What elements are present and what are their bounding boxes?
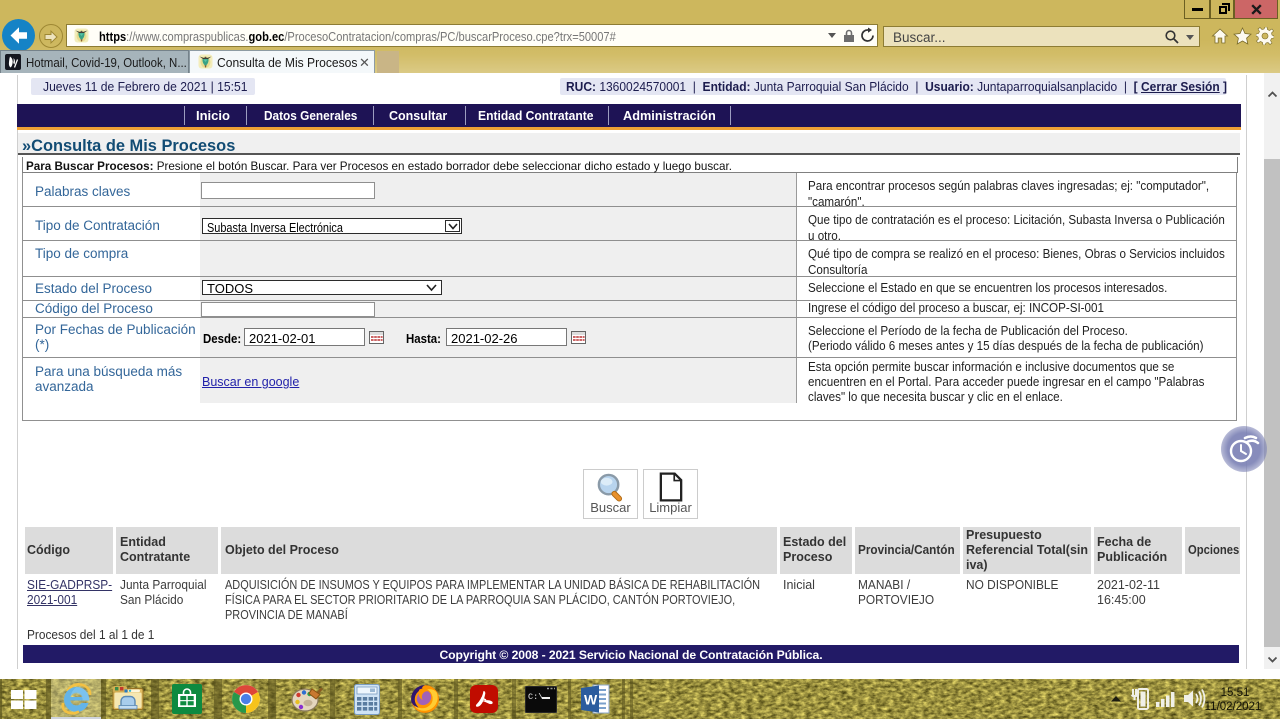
svg-text:C:\: C:\ (528, 692, 543, 702)
svg-text:W: W (584, 692, 598, 708)
